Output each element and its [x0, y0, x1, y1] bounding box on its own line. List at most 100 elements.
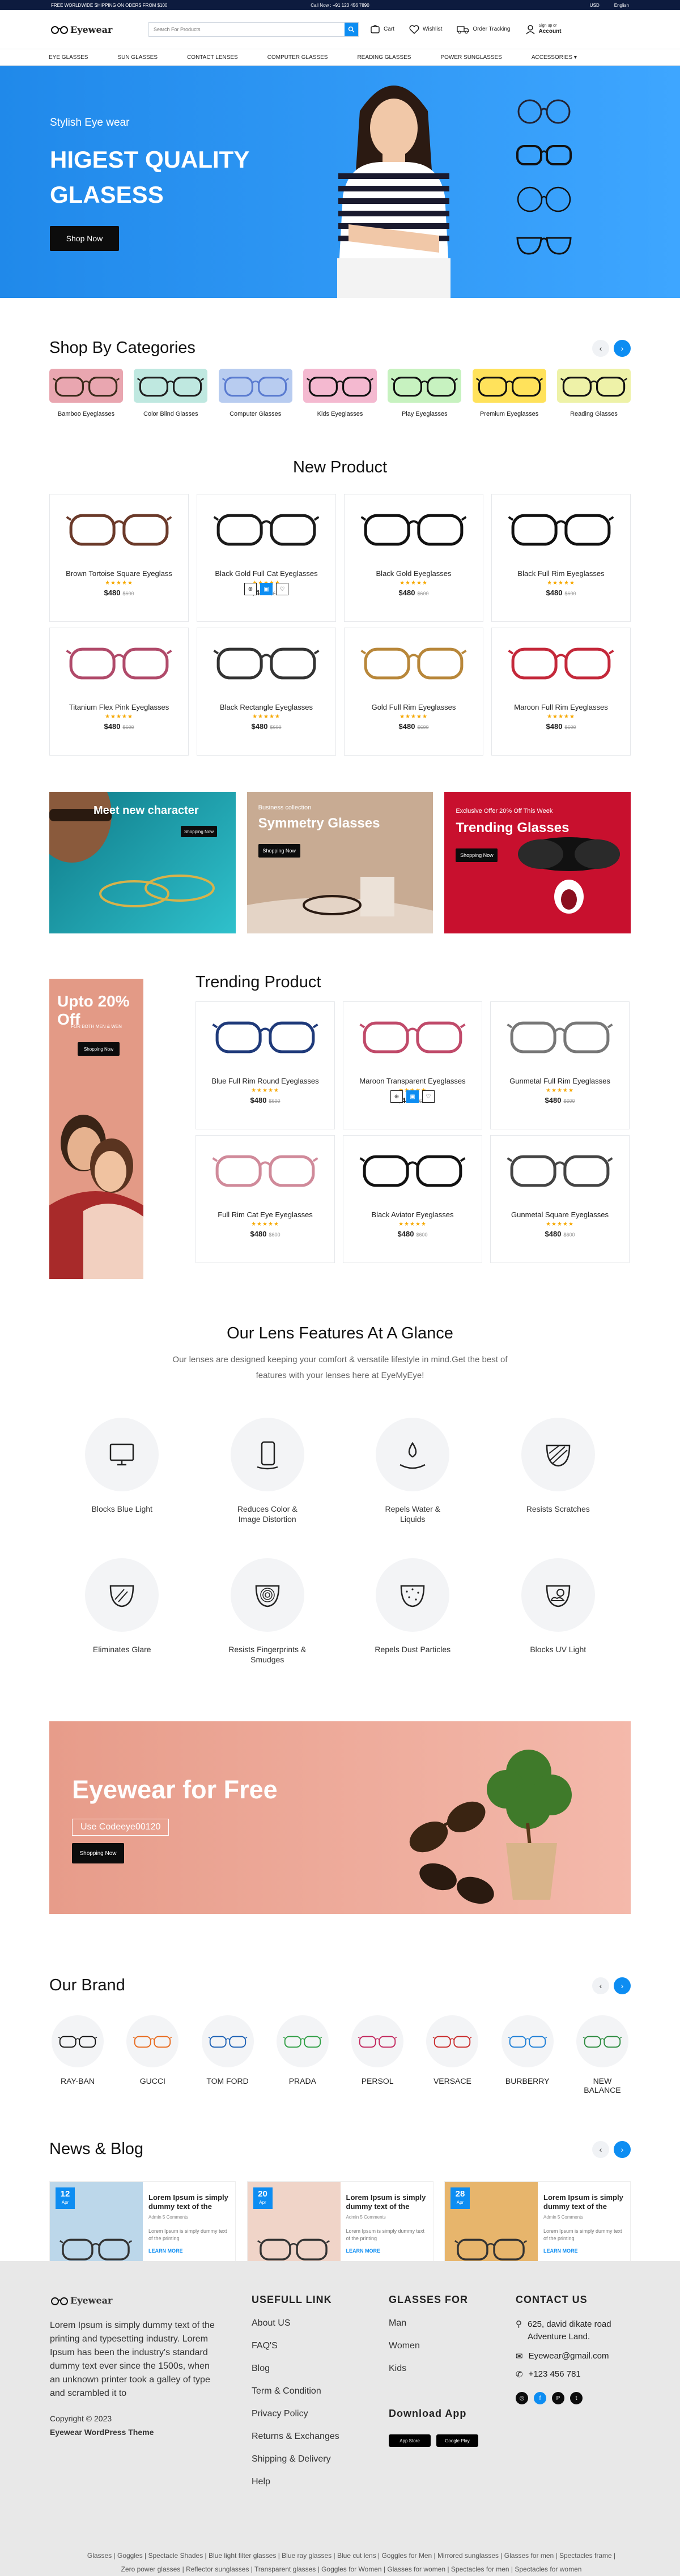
blog-post-title[interactable]: Lorem Ipsum is simply dummy text of the	[148, 2193, 230, 2211]
contact-phone[interactable]: +123 456 781	[529, 2369, 581, 2379]
product-card[interactable]: Gunmetal Full Rim Eyeglasses ★★★★★ $480 $60…	[490, 1001, 630, 1129]
product-name[interactable]: Black Rectangle Eyeglasses	[197, 703, 335, 711]
category-item[interactable]: Color Blind Glasses	[134, 369, 208, 417]
site-logo[interactable]: Eyewear	[50, 24, 148, 35]
quick-view-button[interactable]: ⊕	[244, 583, 257, 595]
footer-useful-link[interactable]: Blog	[252, 2364, 339, 2374]
category-item[interactable]: Computer Glasses	[218, 369, 292, 417]
product-name[interactable]: Blue Full Rim Round Eyeglasses	[196, 1077, 334, 1085]
footer-useful-link[interactable]: Returns & Exchanges	[252, 2432, 339, 2442]
brand-item[interactable]: GUCCI	[124, 2015, 181, 2095]
nav-contact-lenses[interactable]: CONTACT LENSES	[187, 54, 238, 61]
product-name[interactable]: Black Full Rim Eyeglasses	[492, 569, 630, 578]
banner-1-button[interactable]: Shopping Now	[181, 826, 217, 837]
promo-banner-symmetry[interactable]: Business collection Symmetry Glasses Sho…	[246, 792, 434, 933]
product-name[interactable]: Gunmetal Square Eyeglasses	[491, 1210, 629, 1219]
footer-useful-link[interactable]: About US	[252, 2318, 339, 2328]
brand-item[interactable]: VERSACE	[424, 2015, 481, 2095]
product-card[interactable]: Gunmetal Square Eyeglasses ★★★★★ $480 $600	[490, 1135, 630, 1263]
nav-reading-glasses[interactable]: READING GLASSES	[357, 54, 411, 61]
categories-next-button[interactable]: ›	[614, 339, 631, 357]
product-card[interactable]: Black Full Rim Eyeglasses ★★★★★ $480 $600	[491, 494, 631, 622]
product-card[interactable]: Maroon Transparent Eyeglasses★★★★★$480$6…	[343, 1001, 482, 1129]
wishlist-link[interactable]: Wishlist	[409, 25, 442, 34]
cart-link[interactable]: Cart	[370, 24, 394, 35]
currency-select[interactable]: USD	[590, 3, 600, 8]
shop-now-button[interactable]: Shop Now	[50, 226, 119, 251]
product-name[interactable]: Black Gold Full Cat Eyeglasses	[197, 569, 335, 578]
footer-logo[interactable]: Eyewear	[50, 2294, 148, 2308]
blog-next-button[interactable]: ›	[614, 2140, 631, 2158]
category-item[interactable]: Play Eyeglasses	[388, 369, 462, 417]
banner-3-button[interactable]: Shopping Now	[456, 848, 498, 862]
product-card[interactable]: Titanium Flex Pink Eyeglasses ★★★★★ $480 $6…	[49, 628, 189, 756]
pinterest-icon[interactable]: P	[552, 2392, 564, 2404]
brand-item[interactable]: PERSOL	[349, 2015, 406, 2095]
promo-shop-button[interactable]: Shopping Now	[72, 1843, 124, 1863]
product-name[interactable]: Full Rim Cat Eye Eyeglasses	[196, 1210, 334, 1219]
google-play-button[interactable]: Google Play	[436, 2434, 478, 2447]
product-card[interactable]: Maroon Full Rim Eyeglasses ★★★★★ $480 $600	[491, 628, 631, 756]
trending-side-banner[interactable]: Upto 20% Off FOR BOTH MEN & WEN Shopping…	[49, 979, 143, 1279]
product-card[interactable]: Brown Tortoise Square Eyeglass ★★★★★ $480 $…	[49, 494, 189, 622]
nav-computer-glasses[interactable]: COMPUTER GLASSES	[267, 54, 328, 61]
product-name[interactable]: Gunmetal Full Rim Eyeglasses	[491, 1077, 629, 1085]
contact-email[interactable]: Eyewear@gmail.com	[529, 2351, 609, 2361]
product-name[interactable]: Maroon Full Rim Eyeglasses	[492, 703, 630, 711]
product-name[interactable]: Titanium Flex Pink Eyeglasses	[50, 703, 188, 711]
footer-useful-link[interactable]: Privacy Policy	[252, 2409, 339, 2419]
language-select[interactable]: English	[614, 3, 629, 8]
footer-useful-link[interactable]: FAQ'S	[252, 2341, 339, 2351]
brand-prev-button[interactable]: ‹	[592, 1977, 609, 1994]
order-tracking-link[interactable]: Order Tracking	[457, 25, 511, 34]
product-card[interactable]: Black Rectangle Eyeglasses ★★★★★ $480 $600	[197, 628, 336, 756]
wishlist-button[interactable]: ♡	[276, 583, 288, 595]
footer-glasses-link[interactable]: Man	[389, 2318, 478, 2328]
instagram-icon[interactable]: ◎	[516, 2392, 528, 2404]
brand-item[interactable]: TOM FORD	[199, 2015, 256, 2095]
promo-banner-trending[interactable]: Exclusive Offer 20% Off This Week Trendi…	[444, 792, 631, 933]
wishlist-button[interactable]: ♡	[422, 1090, 435, 1103]
quick-view-button[interactable]: ⊕	[390, 1090, 403, 1103]
brand-item[interactable]: PRADA	[274, 2015, 331, 2095]
footer-useful-link[interactable]: Term & Condition	[252, 2386, 339, 2396]
brand-item[interactable]: BURBERRY	[499, 2015, 556, 2095]
category-item[interactable]: Bamboo Eyeglasses	[49, 369, 123, 417]
product-card[interactable]: Full Rim Cat Eye Eyeglasses ★★★★★ $480 $600	[196, 1135, 335, 1263]
product-name[interactable]: Gold Full Rim Eyeglasses	[345, 703, 483, 711]
nav-power-sunglasses[interactable]: POWER SUNGLASSES	[440, 54, 502, 61]
product-card[interactable]: Black Aviator Eyeglasses ★★★★★ $480 $600	[343, 1135, 482, 1263]
footer-glasses-link[interactable]: Women	[389, 2341, 478, 2351]
category-item[interactable]: Premium Eyeglasses	[472, 369, 546, 417]
facebook-icon[interactable]: f	[534, 2392, 546, 2404]
add-to-cart-button[interactable]: ▣	[406, 1090, 419, 1103]
brand-next-button[interactable]: ›	[614, 1977, 631, 1994]
search-button[interactable]	[345, 23, 358, 36]
nav-accessories[interactable]: ACCESSORIES ▾	[532, 54, 577, 61]
nav-sun-glasses[interactable]: SUN GLASSES	[117, 54, 158, 61]
product-name[interactable]: Maroon Transparent Eyeglasses	[343, 1077, 482, 1085]
product-card[interactable]: Black Gold Eyeglasses ★★★★★ $480 $600	[344, 494, 483, 622]
product-name[interactable]: Brown Tortoise Square Eyeglass	[50, 569, 188, 578]
banner-2-button[interactable]: Shopping Now	[258, 844, 300, 858]
product-card[interactable]: Black Gold Full Cat Eyeglasses★★★★★$480$…	[197, 494, 336, 622]
nav-eye-glasses[interactable]: EYE GLASSES	[49, 54, 88, 61]
category-item[interactable]: Kids Eyeglasses	[303, 369, 377, 417]
blog-prev-button[interactable]: ‹	[592, 2140, 609, 2158]
account-link[interactable]: Sign up or Account	[525, 24, 562, 35]
category-item[interactable]: Reading Glasses	[556, 369, 631, 417]
twitter-icon[interactable]: t	[570, 2392, 583, 2404]
promo-banner-character[interactable]: Meet new character Shopping Now	[49, 792, 236, 933]
learn-more-link[interactable]: LEARN MORE	[543, 2248, 624, 2254]
categories-prev-button[interactable]: ‹	[592, 339, 609, 357]
side-shop-button[interactable]: Shopping Now	[78, 1042, 120, 1056]
product-card[interactable]: Gold Full Rim Eyeglasses ★★★★★ $480 $600	[344, 628, 483, 756]
footer-useful-link[interactable]: Shipping & Delivery	[252, 2454, 339, 2464]
add-to-cart-button[interactable]: ▣	[260, 583, 273, 595]
learn-more-link[interactable]: LEARN MORE	[148, 2248, 230, 2254]
app-store-button[interactable]: App Store	[389, 2434, 431, 2447]
footer-useful-link[interactable]: Help	[252, 2477, 339, 2487]
learn-more-link[interactable]: LEARN MORE	[346, 2248, 427, 2254]
brand-item[interactable]: NEW BALANCE	[574, 2015, 631, 2095]
blog-post-title[interactable]: Lorem Ipsum is simply dummy text of the	[543, 2193, 624, 2211]
